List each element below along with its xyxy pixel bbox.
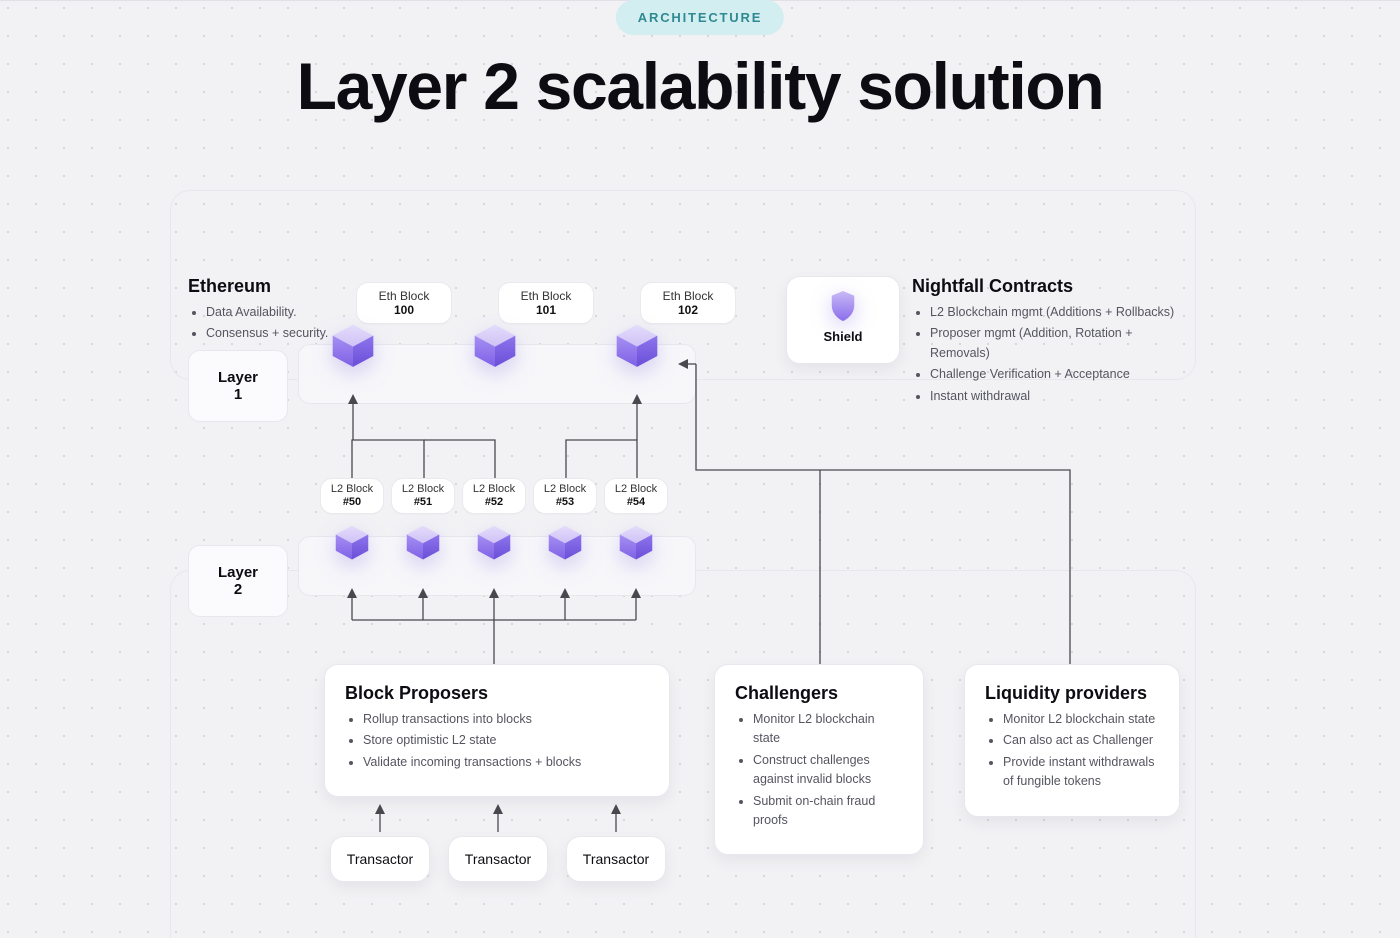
- eth-block-pill: Eth Block 102: [640, 282, 736, 324]
- liquidity-bullet: Monitor L2 blockchain state: [1003, 710, 1159, 729]
- cube-icon: [545, 522, 585, 562]
- block-proposers-heading: Block Proposers: [345, 683, 649, 704]
- ethereum-bullet: Data Availability.: [206, 303, 348, 322]
- l2-block-pill: L2 Block #54: [604, 478, 668, 514]
- ethereum-heading: Ethereum: [188, 276, 348, 297]
- challengers-bullet: Construct challenges against invalid blo…: [753, 751, 903, 790]
- l2-block-num: #50: [325, 496, 379, 509]
- liquidity-bullet: Can also act as Challenger: [1003, 731, 1159, 750]
- cube-icon: [616, 522, 656, 562]
- shield-card: Shield: [786, 276, 900, 364]
- liquidity-heading: Liquidity providers: [985, 683, 1159, 704]
- shield-icon: [828, 289, 858, 323]
- section-badge: ARCHITECTURE: [616, 0, 784, 35]
- eth-block-pill: Eth Block 101: [498, 282, 594, 324]
- eth-block-prefix: Eth Block: [379, 289, 430, 303]
- l2-block-prefix: L2 Block: [538, 483, 592, 496]
- l2-block-prefix: L2 Block: [396, 483, 450, 496]
- nightfall-heading: Nightfall Contracts: [912, 276, 1192, 297]
- l2-block-pill: L2 Block #50: [320, 478, 384, 514]
- l2-block-pill: L2 Block #53: [533, 478, 597, 514]
- liquidity-card: Liquidity providers Monitor L2 blockchai…: [964, 664, 1180, 817]
- cube-icon: [332, 522, 372, 562]
- eth-block-num: 100: [394, 303, 414, 317]
- cube-icon: [470, 320, 520, 370]
- page-title: Layer 2 scalability solution: [0, 48, 1400, 124]
- eth-block-num: 101: [536, 303, 556, 317]
- cube-icon: [474, 522, 514, 562]
- challengers-heading: Challengers: [735, 683, 903, 704]
- cube-icon: [612, 320, 662, 370]
- block-proposers-card: Block Proposers Rollup transactions into…: [324, 664, 670, 797]
- l2-block-pill: L2 Block #51: [391, 478, 455, 514]
- transactor-box: Transactor: [330, 836, 430, 882]
- eth-block-prefix: Eth Block: [663, 289, 714, 303]
- cube-icon: [403, 522, 443, 562]
- nightfall-bullet: Proposer mgmt (Addition, Rotation + Remo…: [930, 324, 1192, 363]
- cube-icon: [328, 320, 378, 370]
- l2-block-num: #52: [467, 496, 521, 509]
- eth-block-pill: Eth Block 100: [356, 282, 452, 324]
- l2-block-num: #53: [538, 496, 592, 509]
- challengers-card: Challengers Monitor L2 blockchain state …: [714, 664, 924, 855]
- nightfall-info: Nightfall Contracts L2 Blockchain mgmt (…: [912, 276, 1192, 408]
- nightfall-bullet: L2 Blockchain mgmt (Additions + Rollback…: [930, 303, 1192, 322]
- nightfall-bullet: Instant withdrawal: [930, 387, 1192, 406]
- transactor-box: Transactor: [566, 836, 666, 882]
- nightfall-bullet: Challenge Verification + Acceptance: [930, 365, 1192, 384]
- shield-label: Shield: [787, 329, 899, 344]
- layer1-label: Layer 1: [188, 350, 288, 422]
- eth-block-prefix: Eth Block: [521, 289, 572, 303]
- eth-block-num: 102: [678, 303, 698, 317]
- block-proposers-bullet: Store optimistic L2 state: [363, 731, 649, 750]
- block-proposers-bullet: Validate incoming transactions + blocks: [363, 753, 649, 772]
- ethereum-bullet: Consensus + security.: [206, 324, 348, 343]
- l2-block-prefix: L2 Block: [609, 483, 663, 496]
- l2-block-prefix: L2 Block: [467, 483, 521, 496]
- liquidity-bullet: Provide instant withdrawals of fungible …: [1003, 753, 1159, 792]
- l2-block-pill: L2 Block #52: [462, 478, 526, 514]
- transactor-box: Transactor: [448, 836, 548, 882]
- layer2-label: Layer 2: [188, 545, 288, 617]
- ethereum-info: Ethereum Data Availability. Consensus + …: [188, 276, 348, 346]
- l2-block-prefix: L2 Block: [325, 483, 379, 496]
- l2-block-num: #51: [396, 496, 450, 509]
- challengers-bullet: Monitor L2 blockchain state: [753, 710, 903, 749]
- l2-block-num: #54: [609, 496, 663, 509]
- challengers-bullet: Submit on-chain fraud proofs: [753, 792, 903, 831]
- block-proposers-bullet: Rollup transactions into blocks: [363, 710, 649, 729]
